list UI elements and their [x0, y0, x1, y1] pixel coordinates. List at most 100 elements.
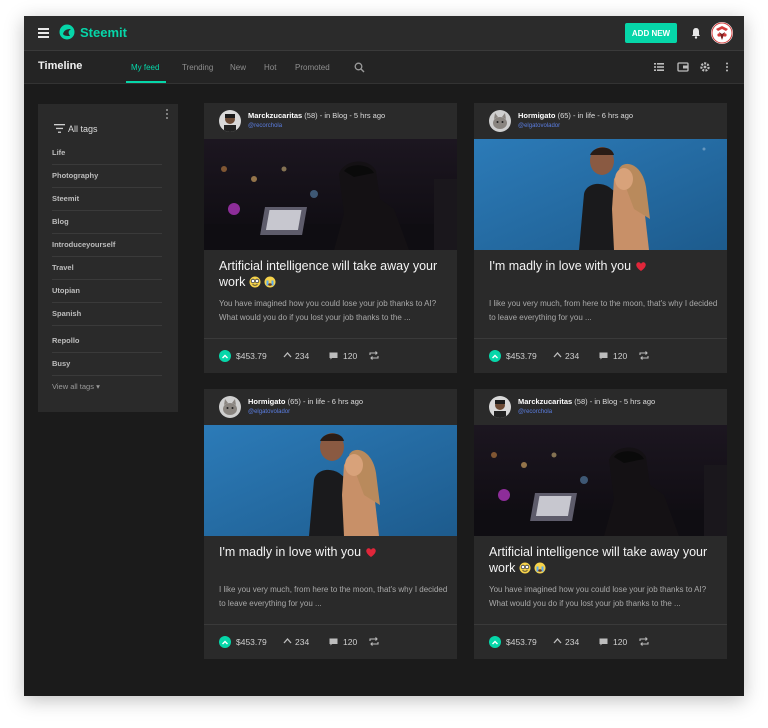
- sidebar-item-label: Life: [52, 148, 66, 157]
- author-line: Marckzucaritas (58) - in Blog - 5 hrs ag…: [248, 111, 385, 120]
- sidebar-item-busy[interactable]: Busy: [52, 353, 162, 376]
- payout-value[interactable]: $453.79: [236, 637, 267, 647]
- sidebar-item-label: Busy: [52, 359, 71, 368]
- author-name[interactable]: Marckzucaritas: [518, 397, 572, 406]
- comment-count[interactable]: 120: [343, 351, 357, 361]
- author-avatar[interactable]: [219, 110, 241, 132]
- caret-down-icon: ▾: [96, 382, 100, 391]
- sidebar-item-introduceyourself[interactable]: Introduceyourself: [52, 234, 162, 257]
- chevron-up-icon[interactable]: [553, 351, 562, 359]
- post-image[interactable]: [474, 139, 727, 250]
- post-image[interactable]: [204, 425, 457, 536]
- add-new-button[interactable]: ADD NEW: [625, 23, 677, 43]
- author-avatar[interactable]: [219, 396, 241, 418]
- comment-icon[interactable]: [329, 638, 338, 646]
- comment-icon[interactable]: [599, 638, 608, 646]
- view-all-tags-link[interactable]: View all tags ▾: [52, 382, 100, 391]
- upvote-icon[interactable]: [219, 350, 231, 362]
- sidebar-item-life[interactable]: Life: [52, 142, 162, 165]
- post-card[interactable]: Hormigato (65) - in life - 6 hrs ago @el…: [204, 389, 457, 659]
- tab-promoted[interactable]: Promoted: [295, 63, 330, 72]
- sidebar-item-spanish[interactable]: Spanish: [52, 303, 162, 326]
- tab-my-feed[interactable]: My feed: [131, 63, 159, 72]
- list-view-icon[interactable]: [653, 61, 665, 73]
- menu-icon[interactable]: [38, 28, 49, 38]
- steemit-logo-icon[interactable]: [59, 24, 75, 40]
- sidebar-item-blog[interactable]: Blog: [52, 211, 162, 234]
- post-image[interactable]: [204, 139, 457, 250]
- post-title[interactable]: I'm madly in love with you: [489, 258, 719, 274]
- user-avatar-logo: [711, 22, 733, 44]
- reblog-icon[interactable]: [639, 351, 649, 360]
- tab-trending[interactable]: Trending: [182, 63, 213, 72]
- wallet-icon[interactable]: [677, 61, 689, 73]
- post-title[interactable]: I'm madly in love with you: [219, 544, 449, 560]
- sidebar-item-photography[interactable]: Photography: [52, 165, 162, 188]
- sidebar-item-label: Repollo: [52, 336, 80, 345]
- chevron-up-icon[interactable]: [283, 351, 292, 359]
- brand-name[interactable]: Steemit: [80, 25, 127, 40]
- post-excerpt: You have imagined how you could lose you…: [489, 585, 707, 608]
- chevron-up-icon[interactable]: [283, 637, 292, 645]
- post-title-text: I'm madly in love with you: [489, 259, 632, 273]
- author-reputation: (58): [574, 397, 588, 406]
- author-line: Hormigato (65) - in life - 6 hrs ago: [518, 111, 633, 120]
- comment-icon[interactable]: [599, 352, 608, 360]
- upvote-icon[interactable]: [489, 636, 501, 648]
- comment-icon[interactable]: [329, 352, 338, 360]
- author-handle[interactable]: @elgatovolador: [248, 409, 290, 415]
- reblog-icon[interactable]: [369, 351, 379, 360]
- upvote-icon[interactable]: [219, 636, 231, 648]
- sidebar-more-icon[interactable]: [166, 109, 170, 121]
- sidebar-item-travel[interactable]: Travel: [52, 257, 162, 280]
- post-card[interactable]: Marckzucaritas (58) - in Blog - 5 hrs ag…: [204, 103, 457, 373]
- sidebar-item-steemit[interactable]: Steemit: [52, 188, 162, 211]
- post-title[interactable]: Artificial intelligence will take away y…: [219, 258, 449, 290]
- user-avatar[interactable]: [711, 22, 733, 44]
- bell-icon[interactable]: [690, 27, 702, 39]
- comment-count[interactable]: 120: [613, 351, 627, 361]
- vote-count[interactable]: 234: [565, 351, 579, 361]
- post-card[interactable]: Hormigato (65) - in life - 6 hrs ago @el…: [474, 103, 727, 373]
- filter-icon: [54, 124, 65, 133]
- author-name[interactable]: Hormigato: [248, 397, 286, 406]
- more-vert-icon[interactable]: [721, 61, 733, 73]
- author-avatar[interactable]: [489, 396, 511, 418]
- tab-hot[interactable]: Hot: [264, 63, 276, 72]
- comment-count[interactable]: 120: [613, 637, 627, 647]
- sidebar-item-label: Blog: [52, 217, 69, 226]
- payout-value[interactable]: $453.79: [506, 637, 537, 647]
- comment-count[interactable]: 120: [343, 637, 357, 647]
- post-meta: - in life - 6 hrs ago: [303, 397, 364, 406]
- author-handle[interactable]: @recorchola: [248, 123, 282, 129]
- reblog-icon[interactable]: [369, 637, 379, 646]
- post-image[interactable]: [474, 425, 727, 536]
- search-icon[interactable]: [354, 62, 365, 73]
- vote-count[interactable]: 234: [565, 637, 579, 647]
- author-name[interactable]: Marckzucaritas: [248, 111, 302, 120]
- payout-value[interactable]: $453.79: [236, 351, 267, 361]
- author-reputation: (65): [287, 397, 301, 406]
- vote-count[interactable]: 234: [295, 351, 309, 361]
- active-tab-indicator: [126, 81, 166, 83]
- author-name[interactable]: Hormigato: [518, 111, 556, 120]
- post-title[interactable]: Artificial intelligence will take away y…: [489, 544, 719, 576]
- payout-value[interactable]: $453.79: [506, 351, 537, 361]
- sidebar-item-utopian[interactable]: Utopian: [52, 280, 162, 303]
- chevron-up-icon[interactable]: [553, 637, 562, 645]
- post-card[interactable]: Marckzucaritas (58) - in Blog - 5 hrs ag…: [474, 389, 727, 659]
- author-handle[interactable]: @recorchola: [518, 409, 552, 415]
- upvote-icon[interactable]: [489, 350, 501, 362]
- settings-icon[interactable]: [699, 61, 711, 73]
- tab-new[interactable]: New: [230, 63, 246, 72]
- post-footer: $453.79 234 120: [474, 624, 727, 660]
- author-avatar[interactable]: [489, 110, 511, 132]
- reblog-icon[interactable]: [639, 637, 649, 646]
- vote-count[interactable]: 234: [295, 637, 309, 647]
- sidebar-item-label: Photography: [52, 171, 99, 180]
- sidebar-item-repollo[interactable]: Repollo: [52, 330, 162, 353]
- author-handle[interactable]: @elgatovolador: [518, 123, 560, 129]
- sidebar-item-label: Travel: [52, 263, 74, 272]
- top-app-bar: Steemit ADD NEW: [24, 16, 744, 51]
- sidebar-heading: All tags: [68, 124, 98, 134]
